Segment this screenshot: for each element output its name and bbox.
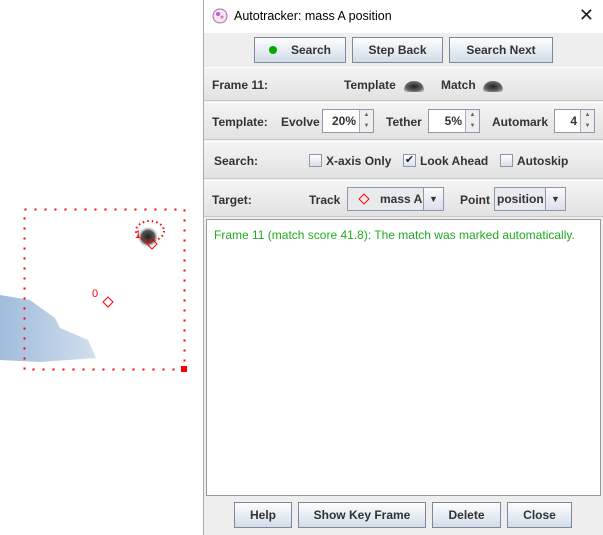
target-label: Target:: [212, 193, 252, 207]
marker-0-label: 0: [92, 288, 98, 300]
search-row: Search: X-axis Only ✔ Look Ahead Autoski…: [204, 141, 603, 179]
evolve-label: Evolve: [281, 115, 320, 129]
automark-spinner[interactable]: 4 ▲ ▼: [554, 109, 595, 133]
tether-spinner[interactable]: 5% ▲ ▼: [428, 109, 480, 133]
evolve-spinner[interactable]: 20% ▲ ▼: [322, 109, 374, 133]
message-area[interactable]: Frame 11 (match score 41.8): The match w…: [206, 219, 601, 496]
chevron-down-icon[interactable]: ▼: [545, 188, 565, 210]
autoskip-checkbox[interactable]: [500, 154, 513, 167]
help-button[interactable]: Help: [234, 502, 292, 528]
diamond-icon: [358, 193, 370, 205]
autoskip-label[interactable]: Autoskip: [517, 154, 568, 168]
title-bar: Autotracker: mass A position ✕: [204, 0, 603, 33]
look-ahead-checkbox[interactable]: ✔: [403, 154, 416, 167]
chevron-down-icon[interactable]: ▼: [423, 188, 443, 210]
match-label: Match: [441, 78, 476, 92]
spin-up-icon[interactable]: ▲: [581, 110, 594, 121]
app-icon: [212, 8, 228, 24]
frame-label: Frame 11:: [212, 78, 269, 92]
close-button[interactable]: Close: [507, 502, 572, 528]
automark-label: Automark: [492, 115, 549, 129]
video-canvas[interactable]: 1 0: [0, 200, 203, 380]
window-title: Autotracker: mass A position: [234, 9, 392, 23]
background-object: [0, 295, 96, 362]
target-row: Target: Track mass A ▼ Point position ▼: [204, 180, 603, 217]
step-back-button[interactable]: Step Back: [352, 37, 443, 63]
delete-button[interactable]: Delete: [432, 502, 501, 528]
spin-down-icon[interactable]: ▼: [360, 121, 373, 132]
track-dropdown[interactable]: mass A ▼: [347, 187, 444, 211]
spin-down-icon[interactable]: ▼: [466, 121, 479, 132]
match-image: [483, 81, 503, 92]
template-row: Template: Evolve 20% ▲ ▼ Tether 5% ▲ ▼ Autom…: [204, 102, 603, 140]
point-dropdown[interactable]: position ▼: [494, 187, 566, 211]
autotracker-window: Autotracker: mass A position ✕ Search St…: [203, 0, 603, 535]
tether-label: Tether: [386, 115, 422, 129]
template-image: [404, 81, 424, 92]
search-button[interactable]: Search: [254, 37, 346, 63]
status-message: Frame 11 (match score 41.8): The match w…: [214, 228, 575, 242]
close-icon[interactable]: ✕: [579, 5, 594, 26]
track-label: Track: [309, 193, 341, 207]
search-area-handle[interactable]: [181, 366, 187, 372]
marker-0-diamond: [102, 296, 114, 308]
search-settings-label: Search:: [214, 154, 259, 168]
look-ahead-label[interactable]: Look Ahead: [420, 154, 488, 168]
template-label: Template: [344, 78, 396, 92]
search-next-button[interactable]: Search Next: [449, 37, 553, 63]
point-label: Point: [460, 193, 490, 207]
spin-up-icon[interactable]: ▲: [360, 110, 373, 121]
x-axis-only-label[interactable]: X-axis Only: [326, 154, 391, 168]
x-axis-only-checkbox[interactable]: [309, 154, 322, 167]
spin-down-icon[interactable]: ▼: [581, 121, 594, 132]
frame-row: Frame 11: Template Match: [204, 67, 603, 101]
show-key-frame-button[interactable]: Show Key Frame: [298, 502, 426, 528]
spin-up-icon[interactable]: ▲: [466, 110, 479, 121]
marker-1-label: 1: [135, 229, 141, 241]
template-settings-label: Template:: [212, 115, 268, 129]
status-dot-icon: [268, 46, 277, 54]
